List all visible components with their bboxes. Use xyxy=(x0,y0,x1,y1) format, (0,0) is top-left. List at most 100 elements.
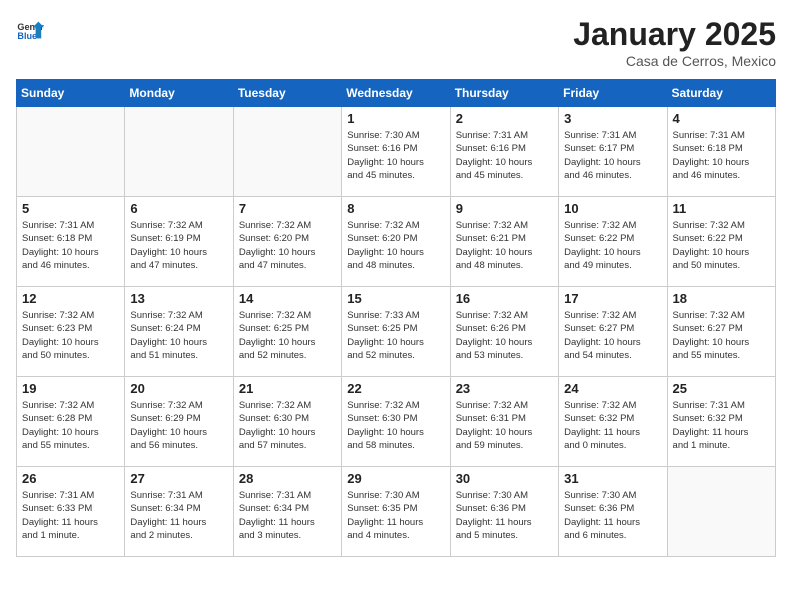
weekday-header-monday: Monday xyxy=(125,80,233,107)
day-info: Sunrise: 7:32 AM Sunset: 6:32 PM Dayligh… xyxy=(564,399,661,452)
calendar-body: 1 Sunrise: 7:30 AM Sunset: 6:16 PM Daylig… xyxy=(17,107,776,557)
day-number: 4 xyxy=(673,111,770,126)
day-cell: 16 Sunrise: 7:32 AM Sunset: 6:26 PM Dayli… xyxy=(450,287,558,377)
week-row-2: 5 Sunrise: 7:31 AM Sunset: 6:18 PM Daylig… xyxy=(17,197,776,287)
day-cell: 3 Sunrise: 7:31 AM Sunset: 6:17 PM Daylig… xyxy=(559,107,667,197)
day-info: Sunrise: 7:32 AM Sunset: 6:29 PM Dayligh… xyxy=(130,399,227,452)
day-cell: 13 Sunrise: 7:32 AM Sunset: 6:24 PM Dayli… xyxy=(125,287,233,377)
day-cell: 10 Sunrise: 7:32 AM Sunset: 6:22 PM Dayli… xyxy=(559,197,667,287)
day-cell: 25Sunrise: 7:31 AM Sunset: 6:32 PM Dayli… xyxy=(667,377,775,467)
day-number: 7 xyxy=(239,201,336,216)
day-number: 16 xyxy=(456,291,553,306)
day-cell: 19Sunrise: 7:32 AM Sunset: 6:28 PM Dayli… xyxy=(17,377,125,467)
day-number: 3 xyxy=(564,111,661,126)
day-number: 1 xyxy=(347,111,444,126)
day-info: Sunrise: 7:32 AM Sunset: 6:28 PM Dayligh… xyxy=(22,399,119,452)
day-cell xyxy=(667,467,775,557)
weekday-header-thursday: Thursday xyxy=(450,80,558,107)
day-cell: 20 Sunrise: 7:32 AM Sunset: 6:29 PM Dayli… xyxy=(125,377,233,467)
day-info: Sunrise: 7:30 AM Sunset: 6:16 PM Dayligh… xyxy=(347,129,444,182)
day-cell: 24Sunrise: 7:32 AM Sunset: 6:32 PM Dayli… xyxy=(559,377,667,467)
day-info: Sunrise: 7:32 AM Sunset: 6:27 PM Dayligh… xyxy=(564,309,661,362)
day-cell: 17 Sunrise: 7:32 AM Sunset: 6:27 PM Dayli… xyxy=(559,287,667,377)
weekday-header-saturday: Saturday xyxy=(667,80,775,107)
calendar-subtitle: Casa de Cerros, Mexico xyxy=(573,53,776,69)
day-cell: 2Sunrise: 7:31 AM Sunset: 6:16 PM Daylig… xyxy=(450,107,558,197)
day-cell: 9 Sunrise: 7:32 AM Sunset: 6:21 PM Daylig… xyxy=(450,197,558,287)
day-number: 18 xyxy=(673,291,770,306)
day-cell: 5 Sunrise: 7:31 AM Sunset: 6:18 PM Daylig… xyxy=(17,197,125,287)
day-info: Sunrise: 7:30 AM Sunset: 6:36 PM Dayligh… xyxy=(564,489,661,542)
day-info: Sunrise: 7:32 AM Sunset: 6:22 PM Dayligh… xyxy=(673,219,770,272)
day-info: Sunrise: 7:30 AM Sunset: 6:36 PM Dayligh… xyxy=(456,489,553,542)
day-cell: 23Sunrise: 7:32 AM Sunset: 6:31 PM Dayli… xyxy=(450,377,558,467)
day-info: Sunrise: 7:32 AM Sunset: 6:22 PM Dayligh… xyxy=(564,219,661,272)
day-number: 21 xyxy=(239,381,336,396)
day-cell: 12Sunrise: 7:32 AM Sunset: 6:23 PM Dayli… xyxy=(17,287,125,377)
day-cell: 11 Sunrise: 7:32 AM Sunset: 6:22 PM Dayli… xyxy=(667,197,775,287)
day-cell: 1 Sunrise: 7:30 AM Sunset: 6:16 PM Daylig… xyxy=(342,107,450,197)
day-cell: 6 Sunrise: 7:32 AM Sunset: 6:19 PM Daylig… xyxy=(125,197,233,287)
day-info: Sunrise: 7:32 AM Sunset: 6:30 PM Dayligh… xyxy=(347,399,444,452)
day-number: 10 xyxy=(564,201,661,216)
week-row-4: 19Sunrise: 7:32 AM Sunset: 6:28 PM Dayli… xyxy=(17,377,776,467)
weekday-header-tuesday: Tuesday xyxy=(233,80,341,107)
day-number: 31 xyxy=(564,471,661,486)
weekday-header-row: SundayMondayTuesdayWednesdayThursdayFrid… xyxy=(17,80,776,107)
day-info: Sunrise: 7:31 AM Sunset: 6:16 PM Dayligh… xyxy=(456,129,553,182)
day-number: 22 xyxy=(347,381,444,396)
day-number: 5 xyxy=(22,201,119,216)
day-number: 8 xyxy=(347,201,444,216)
day-info: Sunrise: 7:31 AM Sunset: 6:18 PM Dayligh… xyxy=(22,219,119,272)
day-info: Sunrise: 7:32 AM Sunset: 6:25 PM Dayligh… xyxy=(239,309,336,362)
day-info: Sunrise: 7:32 AM Sunset: 6:23 PM Dayligh… xyxy=(22,309,119,362)
day-cell: 30 Sunrise: 7:30 AM Sunset: 6:36 PM Dayli… xyxy=(450,467,558,557)
day-number: 25 xyxy=(673,381,770,396)
svg-text:Blue: Blue xyxy=(17,31,37,41)
day-number: 26 xyxy=(22,471,119,486)
week-row-5: 26 Sunrise: 7:31 AM Sunset: 6:33 PM Dayli… xyxy=(17,467,776,557)
day-info: Sunrise: 7:32 AM Sunset: 6:31 PM Dayligh… xyxy=(456,399,553,452)
day-info: Sunrise: 7:32 AM Sunset: 6:30 PM Dayligh… xyxy=(239,399,336,452)
day-cell xyxy=(17,107,125,197)
day-info: Sunrise: 7:31 AM Sunset: 6:17 PM Dayligh… xyxy=(564,129,661,182)
day-number: 9 xyxy=(456,201,553,216)
day-info: Sunrise: 7:32 AM Sunset: 6:21 PM Dayligh… xyxy=(456,219,553,272)
day-number: 29 xyxy=(347,471,444,486)
week-row-3: 12Sunrise: 7:32 AM Sunset: 6:23 PM Dayli… xyxy=(17,287,776,377)
day-cell: 31 Sunrise: 7:30 AM Sunset: 6:36 PM Dayli… xyxy=(559,467,667,557)
day-number: 6 xyxy=(130,201,227,216)
day-number: 15 xyxy=(347,291,444,306)
day-cell: 4 Sunrise: 7:31 AM Sunset: 6:18 PM Daylig… xyxy=(667,107,775,197)
day-info: Sunrise: 7:32 AM Sunset: 6:20 PM Dayligh… xyxy=(347,219,444,272)
logo-icon: General Blue xyxy=(16,16,44,44)
day-cell: 7 Sunrise: 7:32 AM Sunset: 6:20 PM Daylig… xyxy=(233,197,341,287)
day-cell: 21 Sunrise: 7:32 AM Sunset: 6:30 PM Dayli… xyxy=(233,377,341,467)
day-number: 14 xyxy=(239,291,336,306)
day-number: 13 xyxy=(130,291,227,306)
day-info: Sunrise: 7:31 AM Sunset: 6:34 PM Dayligh… xyxy=(130,489,227,542)
day-number: 27 xyxy=(130,471,227,486)
day-cell: 22 Sunrise: 7:32 AM Sunset: 6:30 PM Dayli… xyxy=(342,377,450,467)
weekday-header-sunday: Sunday xyxy=(17,80,125,107)
day-cell: 18Sunrise: 7:32 AM Sunset: 6:27 PM Dayli… xyxy=(667,287,775,377)
day-number: 30 xyxy=(456,471,553,486)
title-area: January 2025 Casa de Cerros, Mexico xyxy=(573,16,776,69)
day-info: Sunrise: 7:31 AM Sunset: 6:33 PM Dayligh… xyxy=(22,489,119,542)
day-number: 17 xyxy=(564,291,661,306)
day-info: Sunrise: 7:32 AM Sunset: 6:19 PM Dayligh… xyxy=(130,219,227,272)
header: General Blue January 2025 Casa de Cerros… xyxy=(16,16,776,69)
day-info: Sunrise: 7:32 AM Sunset: 6:26 PM Dayligh… xyxy=(456,309,553,362)
day-number: 28 xyxy=(239,471,336,486)
day-cell xyxy=(125,107,233,197)
day-info: Sunrise: 7:32 AM Sunset: 6:20 PM Dayligh… xyxy=(239,219,336,272)
weekday-header-wednesday: Wednesday xyxy=(342,80,450,107)
day-info: Sunrise: 7:30 AM Sunset: 6:35 PM Dayligh… xyxy=(347,489,444,542)
day-cell: 28Sunrise: 7:31 AM Sunset: 6:34 PM Dayli… xyxy=(233,467,341,557)
day-cell: 29 Sunrise: 7:30 AM Sunset: 6:35 PM Dayli… xyxy=(342,467,450,557)
day-number: 11 xyxy=(673,201,770,216)
day-info: Sunrise: 7:31 AM Sunset: 6:18 PM Dayligh… xyxy=(673,129,770,182)
day-info: Sunrise: 7:32 AM Sunset: 6:24 PM Dayligh… xyxy=(130,309,227,362)
day-number: 20 xyxy=(130,381,227,396)
day-cell: 27 Sunrise: 7:31 AM Sunset: 6:34 PM Dayli… xyxy=(125,467,233,557)
